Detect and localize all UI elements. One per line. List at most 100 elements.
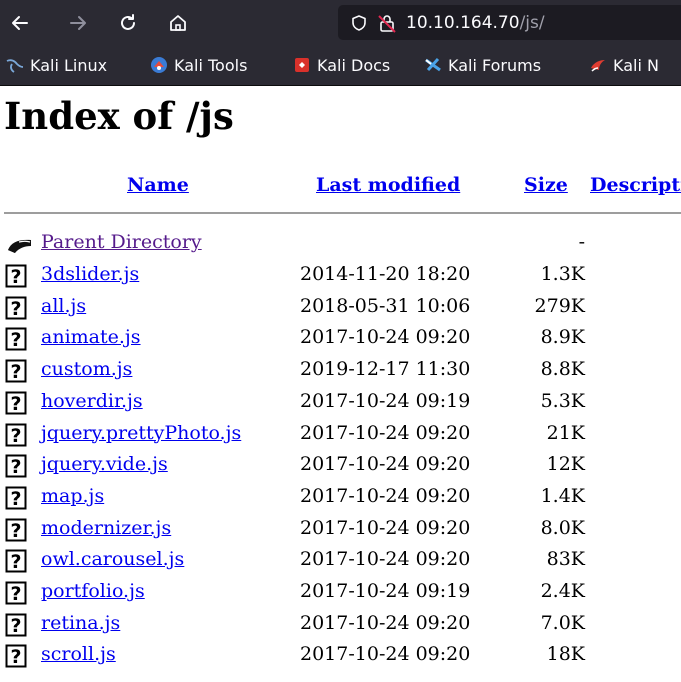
- file-row: ? map.js 2017-10-24 09:20 1.4K: [0, 482, 681, 514]
- url-text[interactable]: 10.10.164.70/js/: [406, 13, 545, 33]
- file-link[interactable]: hoverdir.js: [41, 390, 143, 412]
- bookmark-label: Kali Docs: [317, 55, 391, 75]
- file-modified: 2017-10-24 09:19: [300, 389, 471, 412]
- bookmark-kali-linux[interactable]: Kali Linux: [6, 45, 107, 85]
- file-link[interactable]: portfolio.js: [41, 580, 145, 602]
- file-size: 1.3K: [540, 263, 585, 285]
- file-size: 2.4K: [540, 580, 585, 602]
- parent-size: -: [578, 231, 585, 253]
- file-size: 21K: [546, 421, 585, 444]
- parent-directory-link[interactable]: Parent Directory: [41, 231, 202, 253]
- insecure-lock-icon[interactable]: [376, 12, 398, 34]
- unknown-file-icon: ?: [5, 486, 27, 510]
- bookmark-kali-tools[interactable]: Kali Tools: [150, 45, 247, 85]
- file-row: ? modernizer.js 2017-10-24 09:20 8.0K: [0, 514, 681, 546]
- file-link[interactable]: scroll.js: [41, 643, 116, 665]
- file-link[interactable]: jquery.prettyPhoto.js: [41, 422, 241, 444]
- bookmark-label: Kali Forums: [448, 55, 542, 75]
- svg-text:?: ?: [10, 266, 21, 288]
- kali-dragon-icon: [6, 59, 24, 73]
- unknown-file-icon: ?: [5, 296, 27, 320]
- file-row: ? animate.js 2017-10-24 09:20 8.9K: [0, 323, 681, 355]
- file-link[interactable]: map.js: [41, 485, 104, 507]
- home-icon: [170, 15, 186, 31]
- file-row: ? owl.carousel.js 2017-10-24 09:20 83K: [0, 545, 681, 577]
- file-modified: 2018-05-31 10:06: [300, 294, 471, 317]
- file-size: 8.0K: [540, 516, 585, 539]
- file-link[interactable]: jquery.vide.js: [41, 453, 168, 475]
- column-header-size[interactable]: Size: [524, 174, 568, 196]
- unknown-file-icon: ?: [5, 327, 27, 351]
- file-modified: 2017-10-24 09:19: [300, 580, 471, 602]
- file-modified: 2017-10-24 09:20: [300, 484, 471, 507]
- file-size: 8.9K: [540, 326, 585, 349]
- page-content: Index of /js Name Last modified Size Des…: [0, 86, 681, 682]
- svg-text:?: ?: [10, 551, 21, 573]
- bookmark-kali-forums[interactable]: Kali Forums: [424, 45, 541, 85]
- svg-text:?: ?: [10, 615, 21, 637]
- kali-tools-icon: [151, 57, 167, 73]
- file-modified: 2017-10-24 09:20: [300, 516, 471, 539]
- file-row: ? jquery.vide.js 2017-10-24 09:20 12K: [0, 450, 681, 482]
- svg-text:?: ?: [10, 329, 21, 351]
- unknown-file-icon: ?: [5, 454, 27, 478]
- parent-directory-row: Parent Directory -: [0, 228, 681, 260]
- file-modified: 2017-10-24 09:20: [300, 421, 471, 444]
- file-link[interactable]: custom.js: [41, 358, 132, 380]
- bookmark-label: Kali Tools: [174, 55, 248, 75]
- svg-text:?: ?: [10, 425, 21, 447]
- column-header-name[interactable]: Name: [127, 174, 189, 196]
- file-link[interactable]: animate.js: [41, 326, 141, 348]
- file-row: ? hoverdir.js 2017-10-24 09:19 5.3K: [0, 387, 681, 419]
- unknown-file-icon: ?: [5, 549, 27, 573]
- file-link[interactable]: all.js: [41, 295, 86, 317]
- shield-icon[interactable]: [348, 12, 370, 34]
- unknown-file-icon: ?: [5, 391, 27, 415]
- bookmark-label: Kali Linux: [30, 55, 108, 75]
- column-header-description[interactable]: Description: [590, 174, 681, 196]
- svg-text:?: ?: [10, 520, 21, 542]
- file-row: ? all.js 2018-05-31 10:06 279K: [0, 292, 681, 324]
- svg-text:?: ?: [10, 298, 21, 320]
- url-host: 10.10.164.70: [406, 12, 520, 33]
- file-modified: 2017-10-24 09:20: [300, 326, 471, 349]
- forward-button[interactable]: [63, 8, 93, 38]
- bookmark-label: Kali N: [613, 55, 659, 75]
- file-size: 18K: [546, 643, 585, 666]
- file-modified: 2017-10-24 09:20: [300, 643, 471, 666]
- bookmark-kali-nethunter[interactable]: Kali N: [589, 45, 659, 85]
- column-header-last-modified[interactable]: Last modified: [316, 174, 460, 196]
- arrow-right-icon: [70, 16, 86, 30]
- svg-text:?: ?: [10, 456, 21, 478]
- kali-docs-icon: [295, 58, 309, 72]
- unknown-file-icon: ?: [5, 518, 27, 542]
- unknown-file-icon: ?: [5, 644, 27, 668]
- file-modified: 2014-11-20 18:20: [300, 263, 471, 285]
- file-size: 5.3K: [540, 389, 585, 412]
- file-modified: 2017-10-24 09:20: [300, 611, 471, 634]
- file-row: ? custom.js 2019-12-17 11:30 8.8K: [0, 355, 681, 387]
- reload-button[interactable]: [113, 8, 143, 38]
- file-size: 83K: [546, 548, 585, 571]
- svg-text:?: ?: [10, 488, 21, 510]
- kali-forums-icon: [425, 57, 441, 72]
- file-size: 279K: [534, 294, 585, 317]
- kali-nethunter-icon: [591, 60, 605, 72]
- file-modified: 2017-10-24 09:20: [300, 453, 471, 476]
- file-row: ? portfolio.js 2017-10-24 09:19 2.4K: [0, 577, 681, 609]
- file-link[interactable]: owl.carousel.js: [41, 548, 184, 570]
- unknown-file-icon: ?: [5, 423, 27, 447]
- file-link[interactable]: modernizer.js: [41, 517, 171, 539]
- file-link[interactable]: 3dslider.js: [41, 263, 139, 285]
- bookmark-kali-docs[interactable]: Kali Docs: [293, 45, 390, 85]
- unknown-file-icon: ?: [5, 581, 27, 605]
- file-row: ? scroll.js 2017-10-24 09:20 18K: [0, 640, 681, 672]
- back-button[interactable]: [5, 8, 35, 38]
- url-bar[interactable]: 10.10.164.70/js/: [338, 5, 681, 40]
- file-modified: 2019-12-17 11:30: [300, 358, 471, 381]
- bookmarks-toolbar: Kali Linux Kali Tools Kali Docs Kali For…: [0, 45, 681, 86]
- file-link[interactable]: retina.js: [41, 612, 120, 634]
- home-button[interactable]: [163, 8, 193, 38]
- svg-text:?: ?: [10, 646, 21, 668]
- unknown-file-icon: ?: [5, 264, 27, 288]
